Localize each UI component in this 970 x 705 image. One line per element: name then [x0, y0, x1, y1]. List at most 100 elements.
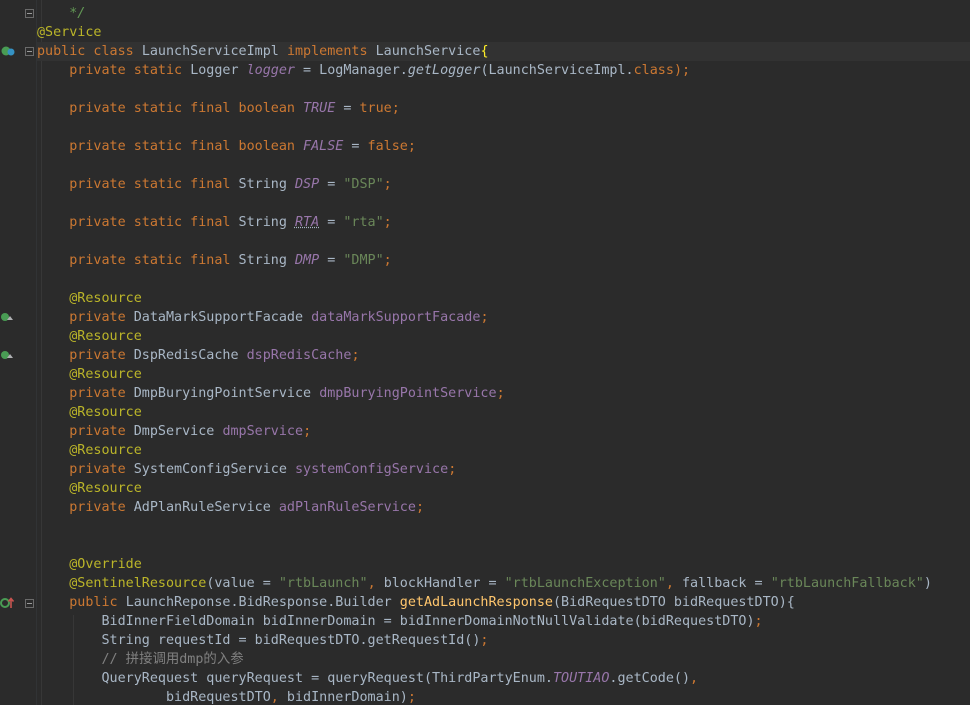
fold-start-icon[interactable]: [25, 47, 34, 56]
code-token: "rtbLaunch": [278, 576, 368, 591]
code-token: @Resource: [37, 443, 142, 458]
code-line[interactable]: */: [37, 4, 970, 23]
overrides-method-icon[interactable]: [0, 596, 14, 610]
code-line[interactable]: [37, 270, 970, 289]
code-line[interactable]: @Resource: [37, 289, 970, 308]
code-line[interactable]: @Resource: [37, 365, 970, 384]
code-line[interactable]: [37, 156, 970, 175]
code-token: TRUE: [303, 101, 336, 116]
code-token: DSP: [294, 177, 320, 192]
code-token: "DMP": [343, 253, 384, 268]
code-line[interactable]: public class LaunchServiceImpl implement…: [37, 42, 970, 61]
code-line[interactable]: [37, 536, 970, 555]
code-token: QueryRequest queryRequest = queryRequest…: [37, 671, 553, 686]
code-line[interactable]: @Resource: [37, 327, 970, 346]
code-line[interactable]: @SentinelResource(value = "rtbLaunch", b…: [37, 574, 970, 593]
code-line[interactable]: private static final boolean FALSE = fal…: [37, 137, 970, 156]
code-token: dmpService: [222, 424, 304, 439]
code-line[interactable]: @Resource: [37, 441, 970, 460]
code-line[interactable]: private DataMarkSupportFacade dataMarkSu…: [37, 308, 970, 327]
code-token: private static final boolean: [37, 101, 304, 116]
code-token: @Service: [37, 25, 102, 40]
code-line[interactable]: [37, 194, 970, 213]
code-token: ;: [407, 690, 416, 705]
code-token: DmpService: [133, 424, 223, 439]
code-line[interactable]: [37, 232, 970, 251]
code-line[interactable]: [37, 80, 970, 99]
fold-end-icon[interactable]: [25, 9, 34, 18]
code-line[interactable]: private static final String DMP = "DMP";: [37, 251, 970, 270]
code-token: dataMarkSupportFacade: [311, 310, 481, 325]
code-line[interactable]: private static final String DSP = "DSP";: [37, 175, 970, 194]
code-token: getAdLaunchResponse: [399, 595, 553, 610]
code-token: Logger: [190, 63, 247, 78]
code-token: private: [37, 348, 134, 363]
code-token: LaunchReponse.BidResponse.Builder: [125, 595, 400, 610]
code-line[interactable]: // 拼接调用dmp的入参: [37, 650, 970, 669]
code-token: @Resource: [37, 329, 142, 344]
code-editor[interactable]: */ @Service public class LaunchServiceImpl…: [0, 0, 970, 705]
editor-gutter[interactable]: [0, 0, 37, 705]
code-line[interactable]: private DspRedisCache dspRedisCache;: [37, 346, 970, 365]
code-line[interactable]: [37, 517, 970, 536]
code-token: ;: [351, 348, 360, 363]
code-line[interactable]: BidInnerFieldDomain bidInnerDomain = bid…: [37, 612, 970, 631]
code-area[interactable]: */ @Service public class LaunchServiceImpl…: [37, 0, 970, 705]
code-token: "rtbLaunchFallback": [770, 576, 924, 591]
implemented-class-icon[interactable]: [1, 44, 15, 58]
navigate-injection-icon[interactable]: [0, 349, 14, 363]
code-token: private static final: [37, 253, 239, 268]
code-token: ): [923, 576, 932, 591]
code-token: TOUTIAO: [552, 671, 610, 686]
code-line[interactable]: [37, 118, 970, 137]
code-token: private: [37, 386, 134, 401]
code-token: implements: [286, 44, 376, 59]
code-token: (BidRequestDTO bidRequestDTO){: [552, 595, 795, 610]
code-line[interactable]: private static final String RTA = "rta";: [37, 213, 970, 232]
code-token: =: [319, 253, 344, 268]
code-token: =: [319, 177, 344, 192]
code-line[interactable]: @Override: [37, 555, 970, 574]
code-token: ;: [415, 500, 424, 515]
code-token: = LogManager.: [295, 63, 408, 78]
code-line[interactable]: @Resource: [37, 403, 970, 422]
fold-start-icon[interactable]: [25, 599, 34, 608]
code-line[interactable]: private SystemConfigService systemConfig…: [37, 460, 970, 479]
code-token: @Resource: [37, 405, 142, 420]
code-token: adPlanRuleService: [278, 500, 416, 515]
code-token: "rtbLaunchException": [504, 576, 666, 591]
code-token: String: [238, 253, 295, 268]
code-line[interactable]: bidRequestDTO, bidInnerDomain);: [37, 688, 970, 705]
code-token: @Resource: [37, 291, 142, 306]
code-token: systemConfigService: [295, 462, 449, 477]
code-token: ;: [480, 633, 489, 648]
code-line[interactable]: private static final boolean TRUE = true…: [37, 99, 970, 118]
code-token: RTA: [294, 215, 320, 230]
code-token: // 拼接调用dmp的入参: [37, 652, 244, 667]
code-line[interactable]: private static Logger logger = LogManage…: [37, 61, 970, 80]
code-line[interactable]: @Resource: [37, 479, 970, 498]
code-token: (value =: [206, 576, 279, 591]
code-token: ;: [448, 462, 457, 477]
code-line[interactable]: private DmpService dmpService;: [37, 422, 970, 441]
code-line[interactable]: String requestId = bidRequestDTO.getRequ…: [37, 631, 970, 650]
code-line[interactable]: private DmpBuryingPointService dmpBuryin…: [37, 384, 970, 403]
code-token: */: [69, 6, 86, 21]
code-line[interactable]: private AdPlanRuleService adPlanRuleServ…: [37, 498, 970, 517]
navigate-injection-icon[interactable]: [0, 311, 14, 325]
code-token: @Resource: [37, 367, 142, 382]
code-token: private static final: [37, 215, 239, 230]
code-token: ,: [270, 690, 287, 705]
code-line[interactable]: QueryRequest queryRequest = queryRequest…: [37, 669, 970, 688]
code-line[interactable]: @Service: [37, 23, 970, 42]
code-token: String: [238, 215, 295, 230]
code-line[interactable]: public LaunchReponse.BidResponse.Builder…: [37, 593, 970, 612]
code-token: DmpBuryingPointService: [133, 386, 320, 401]
code-token: @SentinelResource: [37, 576, 207, 591]
code-token: BidInnerFieldDomain bidInnerDomain = bid…: [37, 614, 755, 629]
code-token: "rta": [343, 215, 384, 230]
code-token: ,: [665, 576, 682, 591]
code-token: private static final: [37, 177, 239, 192]
code-token: class: [633, 63, 674, 78]
code-token: FALSE: [303, 139, 344, 154]
